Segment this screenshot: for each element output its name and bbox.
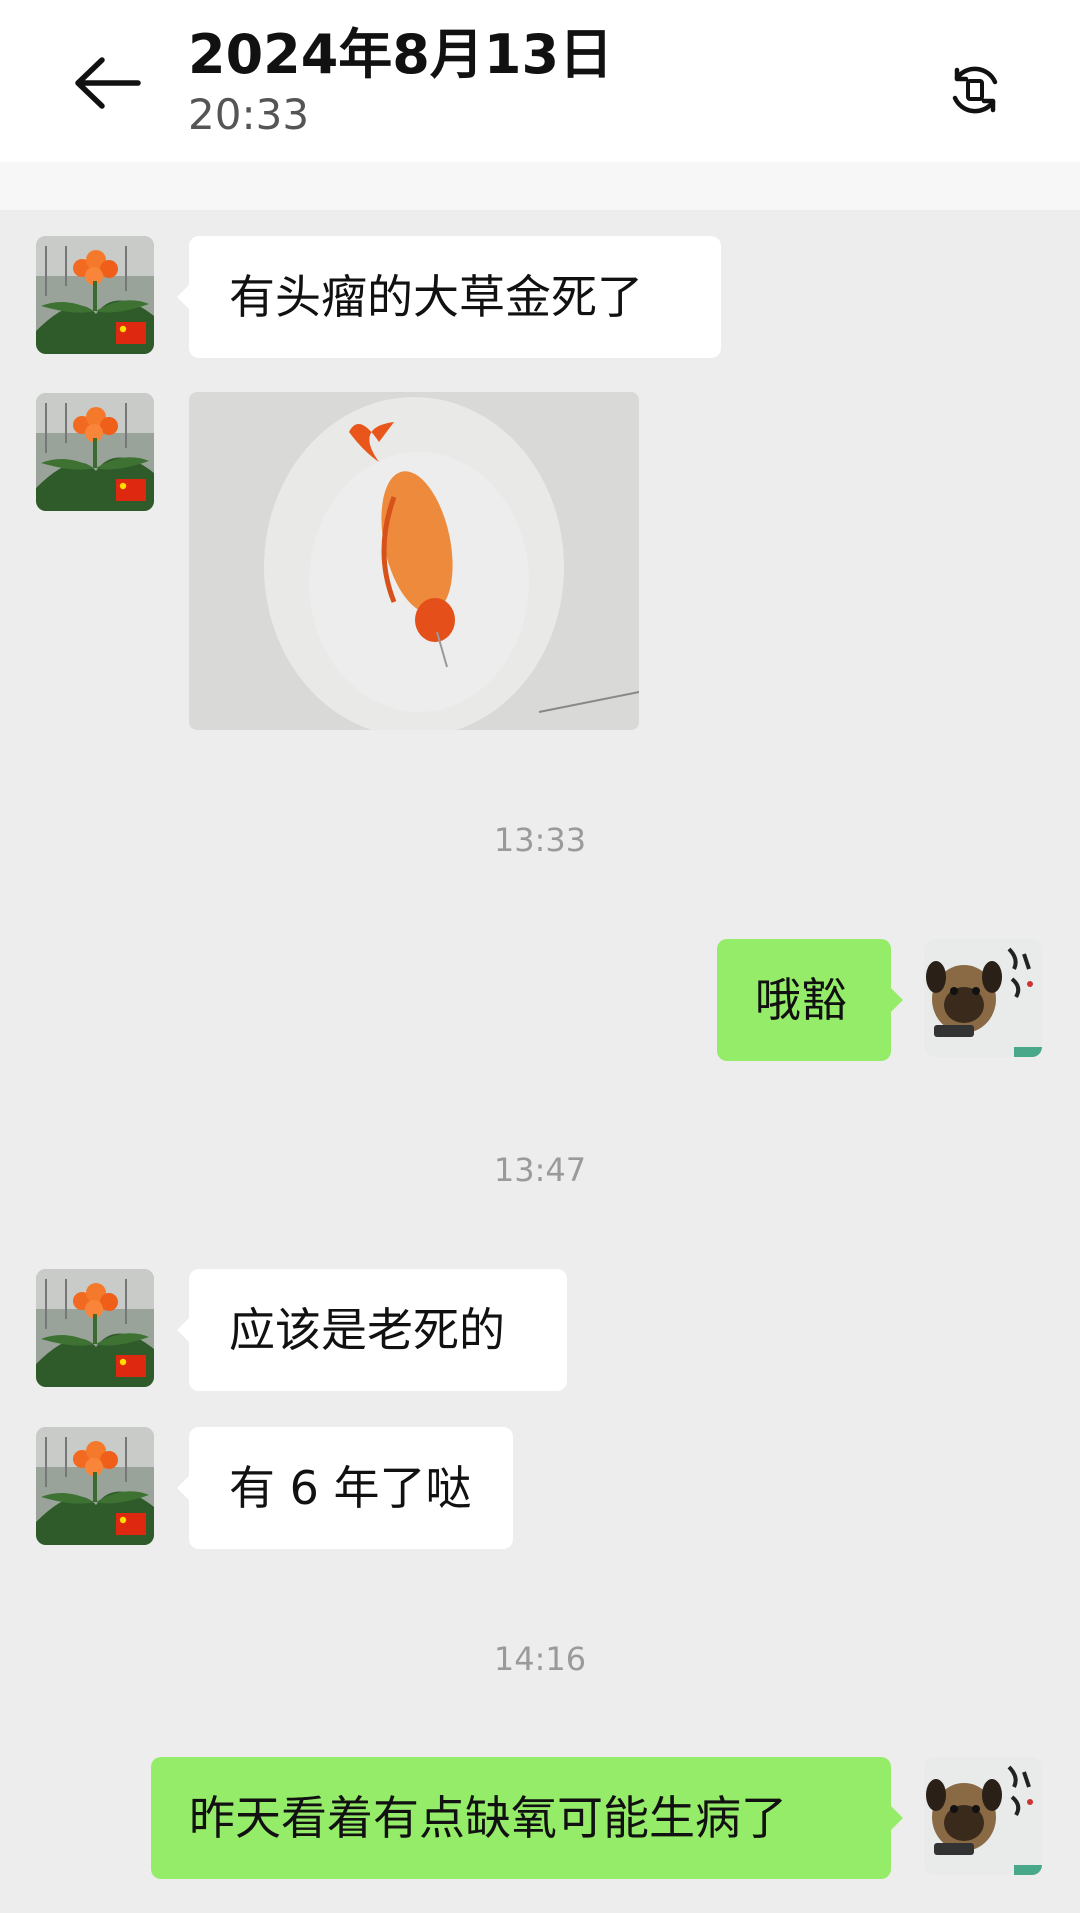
time-divider: 13:33 — [493, 821, 587, 859]
message-bubble-received[interactable]: 有 6 年了哒 — [177, 1427, 513, 1549]
my-avatar[interactable] — [924, 1757, 1042, 1875]
clivia-flower-avatar-icon — [36, 1269, 154, 1387]
message-bubble-sent[interactable]: 昨天看着有点缺氧可能生病了 — [151, 1757, 903, 1879]
message-text: 有 6 年了哒 — [229, 1461, 472, 1515]
dog-avatar-icon — [924, 939, 1042, 1057]
message-text: 有头瘤的大草金死了 — [229, 270, 643, 324]
time-divider: 14:16 — [493, 1640, 587, 1678]
page-subtitle: 20:33 — [188, 90, 310, 139]
rotate-screen-button[interactable] — [945, 60, 1005, 120]
clivia-flower-avatar-icon — [36, 236, 154, 354]
arrow-left-icon — [75, 57, 141, 109]
time-divider: 13:47 — [493, 1151, 587, 1189]
dead-goldfish-photo-icon — [189, 392, 639, 730]
back-button[interactable] — [72, 55, 146, 111]
message-bubble-received[interactable]: 应该是老死的 — [177, 1269, 567, 1391]
message-text: 昨天看着有点缺氧可能生病了 — [189, 1791, 787, 1845]
message-text: 哦豁 — [755, 973, 847, 1027]
message-text: 应该是老死的 — [229, 1303, 505, 1357]
contact-avatar[interactable] — [36, 236, 154, 354]
page-title: 2024年8月13日 — [188, 23, 614, 86]
dog-avatar-icon — [924, 1757, 1042, 1875]
clivia-flower-avatar-icon — [36, 393, 154, 511]
header-divider — [0, 162, 1080, 210]
rotate-screen-icon — [952, 66, 998, 114]
contact-avatar[interactable] — [36, 1269, 154, 1387]
my-avatar[interactable] — [924, 939, 1042, 1057]
chat-header: 2024年8月13日 20:33 — [0, 0, 1080, 162]
message-bubble-sent[interactable]: 哦豁 — [717, 939, 903, 1061]
contact-avatar[interactable] — [36, 1427, 154, 1545]
message-image[interactable] — [189, 392, 639, 730]
message-bubble-received[interactable]: 有头瘤的大草金死了 — [177, 236, 721, 358]
contact-avatar[interactable] — [36, 393, 154, 511]
clivia-flower-avatar-icon — [36, 1427, 154, 1545]
